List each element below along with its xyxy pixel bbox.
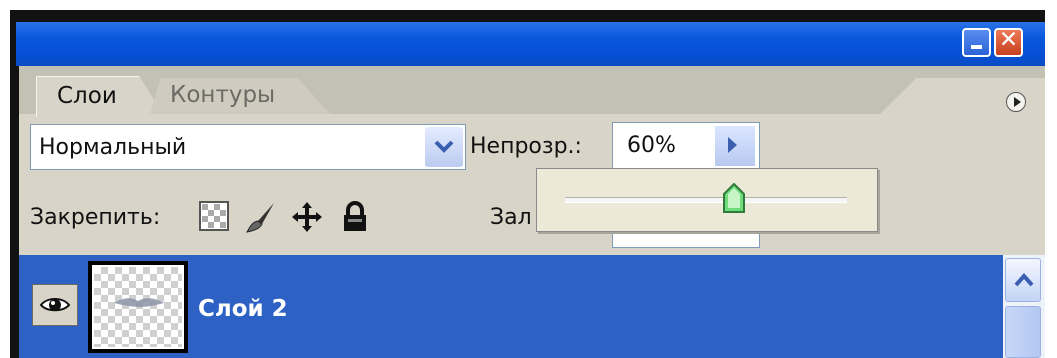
minimize-button[interactable] [962, 28, 991, 57]
chevron-up-icon [1014, 272, 1034, 287]
lock-label: Закрепить: [30, 205, 161, 230]
opacity-label: Непрозр.: [470, 134, 582, 159]
layer-thumbnail[interactable] [88, 261, 188, 353]
panel-menu-icon[interactable] [1006, 92, 1026, 112]
opacity-value: 60% [627, 133, 676, 158]
opacity-slider-thumb[interactable] [723, 182, 746, 213]
fill-label: Зал [490, 205, 532, 230]
tab-label: Слои [57, 83, 117, 109]
opacity-slider-popup [536, 168, 878, 232]
layer-name[interactable]: Слой 2 [198, 296, 288, 322]
lock-image-icon[interactable] [244, 200, 278, 234]
blend-mode-value: Нормальный [39, 135, 187, 160]
lock-all-icon[interactable] [338, 200, 372, 234]
close-icon: ✕ [998, 27, 1019, 53]
lock-transparency-icon[interactable] [198, 200, 232, 234]
scrollbar-thumb[interactable] [1005, 306, 1041, 358]
tab-label: Контуры [170, 82, 276, 108]
lock-position-icon[interactable] [290, 200, 324, 234]
title-bar[interactable] [16, 22, 1045, 66]
close-button[interactable]: ✕ [994, 27, 1023, 57]
visibility-eye-icon[interactable] [32, 284, 78, 326]
opacity-field[interactable]: 60% [612, 122, 760, 170]
scroll-up-button[interactable] [1005, 258, 1041, 302]
opacity-slider-track[interactable] [565, 197, 847, 203]
chevron-down-icon[interactable] [425, 127, 463, 167]
blend-mode-select[interactable]: Нормальный [30, 124, 466, 170]
slider-toggle-icon[interactable] [715, 126, 755, 166]
